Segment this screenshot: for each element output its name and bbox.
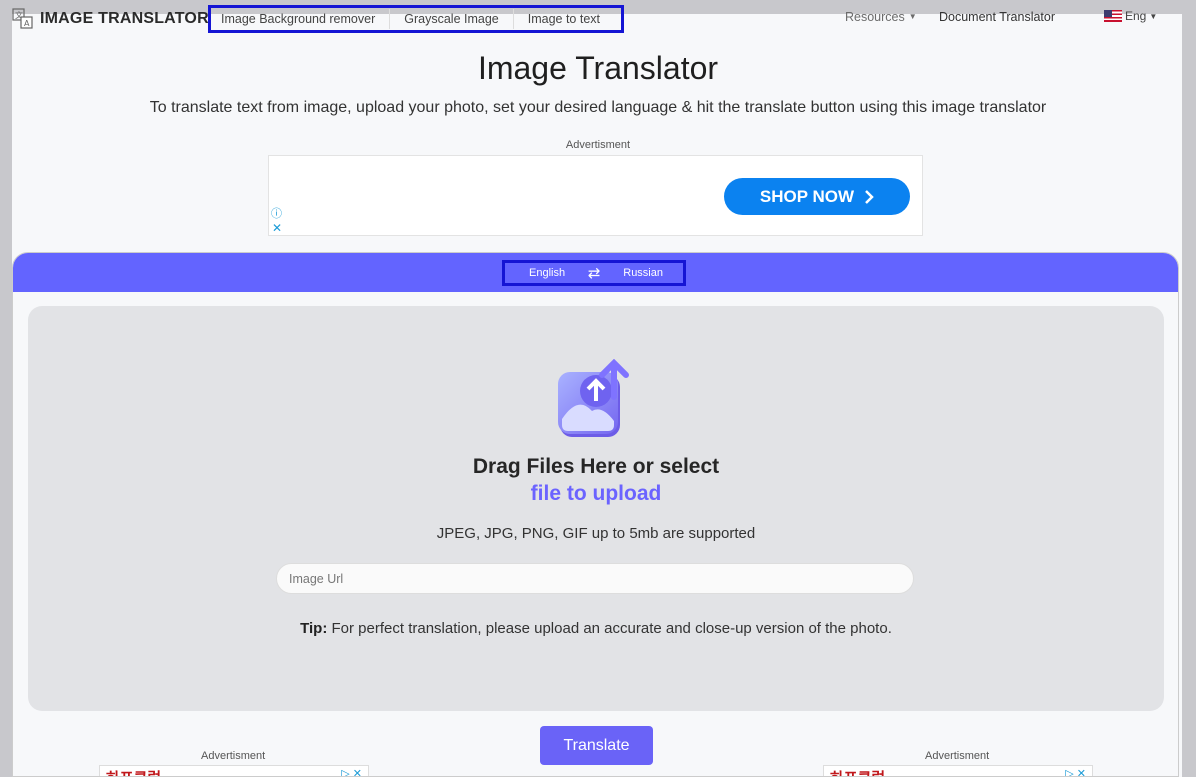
chevron-right-icon (865, 189, 874, 204)
tip-label: Tip: (300, 620, 328, 637)
caret-down-icon: ▼ (1149, 11, 1158, 21)
bottom-left-ad[interactable]: 하프클럽 ▷ ✕ (99, 765, 369, 776)
language-bar: English ⇄ Russian (13, 253, 1178, 292)
language-pair: English ⇄ Russian (502, 260, 686, 286)
bottom-left-ad-text: 하프클럽 (106, 767, 161, 776)
resources-label: Resources (845, 10, 905, 24)
ad-controls-icon[interactable]: ▷ ✕ (1065, 767, 1086, 776)
translator-panel: English ⇄ Russian Drag Files Here or sel… (12, 252, 1179, 777)
image-url-input[interactable] (276, 563, 914, 594)
ad-label: Advertisment (565, 139, 631, 151)
ad-info-icon[interactable]: ⓘ (271, 208, 282, 220)
image-upload-icon (558, 359, 629, 437)
tip-body: For perfect translation, please upload a… (327, 620, 892, 637)
ad-close-icon[interactable]: ✕ (272, 222, 282, 234)
bottom-right-ad-label: Advertisment (925, 750, 990, 762)
target-language[interactable]: Russian (623, 267, 663, 279)
logo[interactable]: 文 A IMAGE TRANSLATOR (12, 8, 209, 30)
nav-background-remover[interactable]: Image Background remover (211, 9, 391, 29)
page-subtitle: To translate text from image, upload you… (149, 99, 1047, 116)
translate-button[interactable]: Translate (540, 726, 653, 765)
drag-files-text: Drag Files Here or select (472, 455, 720, 478)
bottom-right-ad[interactable]: 하프클럽 ▷ ✕ (823, 765, 1093, 776)
svg-text:A: A (24, 19, 30, 28)
nav-grayscale-image[interactable]: Grayscale Image (390, 9, 514, 29)
shop-now-label: SHOP NOW (759, 186, 855, 206)
caret-down-icon: ▼ (908, 12, 917, 21)
nav-image-to-text[interactable]: Image to text (514, 9, 614, 29)
tip-text: Tip: For perfect translation, please upl… (28, 620, 1164, 637)
ad-controls-icon[interactable]: ▷ ✕ (341, 767, 362, 776)
file-drop-zone[interactable]: Drag Files Here or select file to upload… (28, 306, 1164, 711)
us-flag-icon (1104, 10, 1122, 22)
bottom-right-ad-text: 하프클럽 (830, 767, 885, 776)
logo-text: IMAGE TRANSLATOR (40, 10, 209, 27)
translate-logo-icon: 文 A (12, 8, 34, 30)
resources-dropdown[interactable]: Resources ▼ (845, 10, 917, 24)
file-upload-link[interactable]: file to upload (28, 482, 1164, 506)
page-title: Image Translator (477, 50, 719, 86)
header: 文 A IMAGE TRANSLATOR Image Background re… (0, 0, 1196, 36)
shop-now-button[interactable]: SHOP NOW (724, 178, 910, 215)
language-label: Eng (1125, 9, 1147, 23)
ad-banner[interactable]: SHOP NOW ⓘ ✕ (268, 155, 923, 236)
tools-nav: Image Background remover Grayscale Image… (208, 5, 624, 33)
swap-languages-icon[interactable]: ⇄ (588, 264, 601, 282)
supported-formats: JPEG, JPG, PNG, GIF up to 5mb are suppor… (436, 525, 756, 542)
language-selector[interactable]: Eng ▼ (1104, 9, 1157, 23)
document-translator-link[interactable]: Document Translator (939, 10, 1055, 24)
source-language[interactable]: English (529, 267, 565, 279)
bottom-left-ad-label: Advertisment (201, 750, 266, 762)
